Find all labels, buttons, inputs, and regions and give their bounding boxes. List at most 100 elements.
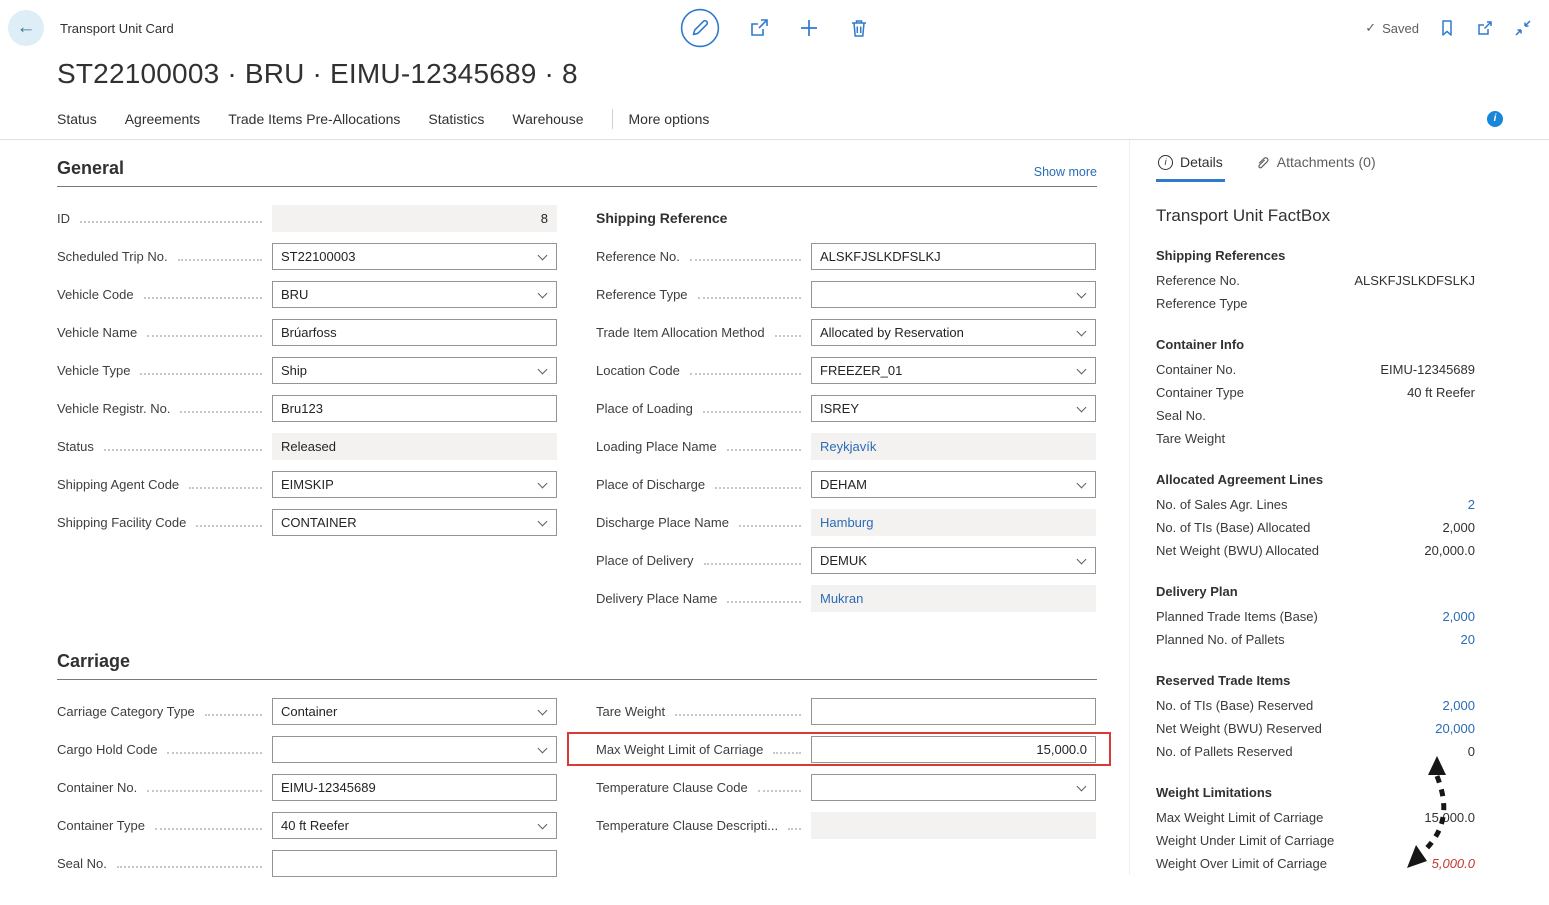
shipping-facility-code-input[interactable] (272, 509, 557, 536)
tare-weight-input[interactable] (811, 698, 1096, 725)
row-value-error: 5,000.0 (1432, 852, 1475, 875)
back-button[interactable]: ← (8, 10, 44, 46)
row-value-link[interactable]: 2 (1468, 493, 1475, 516)
carriage-category-type-input[interactable] (272, 698, 557, 725)
page-title: ST22100003 · BRU · EIMU-12345689 · 8 (57, 58, 1549, 90)
field-label: Delivery Place Name (596, 591, 717, 606)
menu-item-status[interactable]: Status (57, 111, 97, 127)
carriage-section-title: Carriage (57, 651, 130, 672)
field-vehicle-registr-no: Vehicle Registr. No. (57, 389, 557, 427)
menu-item-statistics[interactable]: Statistics (428, 111, 484, 127)
row-value-link[interactable]: 2,000 (1442, 605, 1475, 628)
collapse-button[interactable] (1513, 18, 1533, 38)
field-cargo-hold-code: Cargo Hold Code (57, 730, 557, 768)
container-no-input[interactable] (272, 774, 557, 801)
share-button[interactable] (748, 17, 770, 39)
field-reference-type: Reference Type (596, 275, 1096, 313)
field-label: Reference Type (596, 287, 688, 302)
field-temperature-clause-description: Temperature Clause Descripti... (596, 806, 1096, 844)
vehicle-name-input[interactable] (272, 319, 557, 346)
field-label: Status (57, 439, 94, 454)
field-label: Vehicle Registr. No. (57, 401, 170, 416)
reference-no-input[interactable] (811, 243, 1096, 270)
row-value-link[interactable]: 2,000 (1442, 694, 1475, 717)
factbox-group-weight-limitations: Weight Limitations Max Weight Limit of C… (1156, 782, 1475, 875)
dotted-leader (147, 783, 262, 792)
container-type-input[interactable] (272, 812, 557, 839)
more-options-button[interactable]: More options (629, 111, 710, 127)
place-of-discharge-input[interactable] (811, 471, 1096, 498)
pencil-icon (680, 8, 720, 48)
vehicle-code-input[interactable] (272, 281, 557, 308)
field-discharge-place-name: Discharge Place Name (596, 503, 1096, 541)
trade-item-allocation-method-input[interactable] (811, 319, 1096, 346)
field-label: Shipping Facility Code (57, 515, 186, 530)
row-label: Reference No. (1156, 269, 1250, 292)
row-label: Tare Weight (1156, 427, 1235, 450)
bookmark-button[interactable] (1437, 18, 1457, 38)
row-value: ALSKFJSLKDFSLKJ (1354, 269, 1475, 292)
menu-item-warehouse[interactable]: Warehouse (512, 111, 583, 127)
shipping-reference-group-label: Shipping Reference (596, 210, 727, 226)
info-icon[interactable]: i (1487, 111, 1503, 127)
field-container-type: Container Type (57, 806, 557, 844)
field-label: Location Code (596, 363, 680, 378)
delivery-place-name-input (811, 585, 1096, 612)
menu-item-trade-items-pre-allocations[interactable]: Trade Items Pre-Allocations (228, 111, 400, 127)
reference-type-input[interactable] (811, 281, 1096, 308)
field-place-of-loading: Place of Loading (596, 389, 1096, 427)
tab-attachments[interactable]: Attachments (0) (1253, 150, 1378, 182)
factbox-row: Net Weight (BWU) Reserved 20,000 (1156, 717, 1475, 740)
factbox-row: Container Type 40 ft Reefer (1156, 381, 1475, 404)
field-label: Discharge Place Name (596, 515, 729, 530)
seal-no-input[interactable] (272, 850, 557, 877)
field-delivery-place-name: Delivery Place Name (596, 579, 1096, 617)
edit-button[interactable] (680, 8, 720, 48)
field-label: Container No. (57, 780, 137, 795)
menu-item-agreements[interactable]: Agreements (125, 111, 200, 127)
field-label: Seal No. (57, 856, 107, 871)
factbox-pane: i Details Attachments (0) Transport Unit… (1129, 140, 1549, 875)
factbox-row: Planned No. of Pallets 20 (1156, 628, 1475, 651)
shipping-agent-code-input[interactable] (272, 471, 557, 498)
show-more-link[interactable]: Show more (1034, 165, 1097, 179)
field-label: Vehicle Name (57, 325, 137, 340)
new-button[interactable] (798, 17, 820, 39)
field-tare-weight: Tare Weight (596, 692, 1096, 730)
location-code-input[interactable] (811, 357, 1096, 384)
temperature-clause-code-input[interactable] (811, 774, 1096, 801)
dotted-leader (703, 404, 801, 413)
row-value-link[interactable]: 20,000 (1435, 717, 1475, 740)
tab-details[interactable]: i Details (1156, 150, 1225, 182)
group-header: Weight Limitations (1156, 782, 1475, 803)
row-label: Planned No. of Pallets (1156, 628, 1295, 651)
field-temperature-clause-code: Temperature Clause Code (596, 768, 1096, 806)
max-weight-limit-of-carriage-input[interactable] (811, 736, 1096, 763)
row-value: 40 ft Reefer (1407, 381, 1475, 404)
delete-button[interactable] (848, 17, 870, 39)
factbox-row: Tare Weight (1156, 427, 1475, 450)
field-label: Temperature Clause Descripti... (596, 818, 778, 833)
field-label: Place of Delivery (596, 553, 694, 568)
field-label: Reference No. (596, 249, 680, 264)
place-of-delivery-input[interactable] (811, 547, 1096, 574)
cargo-hold-code-input[interactable] (272, 736, 557, 763)
factbox-title: Transport Unit FactBox (1156, 206, 1475, 226)
dotted-leader (205, 707, 262, 716)
open-in-new-window-button[interactable] (1475, 18, 1495, 38)
discharge-place-name-input (811, 509, 1096, 536)
scheduled-trip-no-input[interactable] (272, 243, 557, 270)
group-header: Delivery Plan (1156, 581, 1475, 602)
row-label: Container No. (1156, 358, 1246, 381)
dotted-leader (739, 518, 801, 527)
dotted-leader (727, 442, 801, 451)
field-id: ID (57, 199, 557, 237)
row-value-link[interactable]: 20 (1461, 628, 1475, 651)
tab-attachments-label: Attachments (0) (1277, 154, 1376, 170)
place-of-loading-input[interactable] (811, 395, 1096, 422)
vehicle-registr-no-input[interactable] (272, 395, 557, 422)
row-label: Seal No. (1156, 404, 1216, 427)
row-label: No. of Pallets Reserved (1156, 740, 1303, 763)
check-icon: ✓ (1365, 20, 1376, 36)
vehicle-type-input[interactable] (272, 357, 557, 384)
